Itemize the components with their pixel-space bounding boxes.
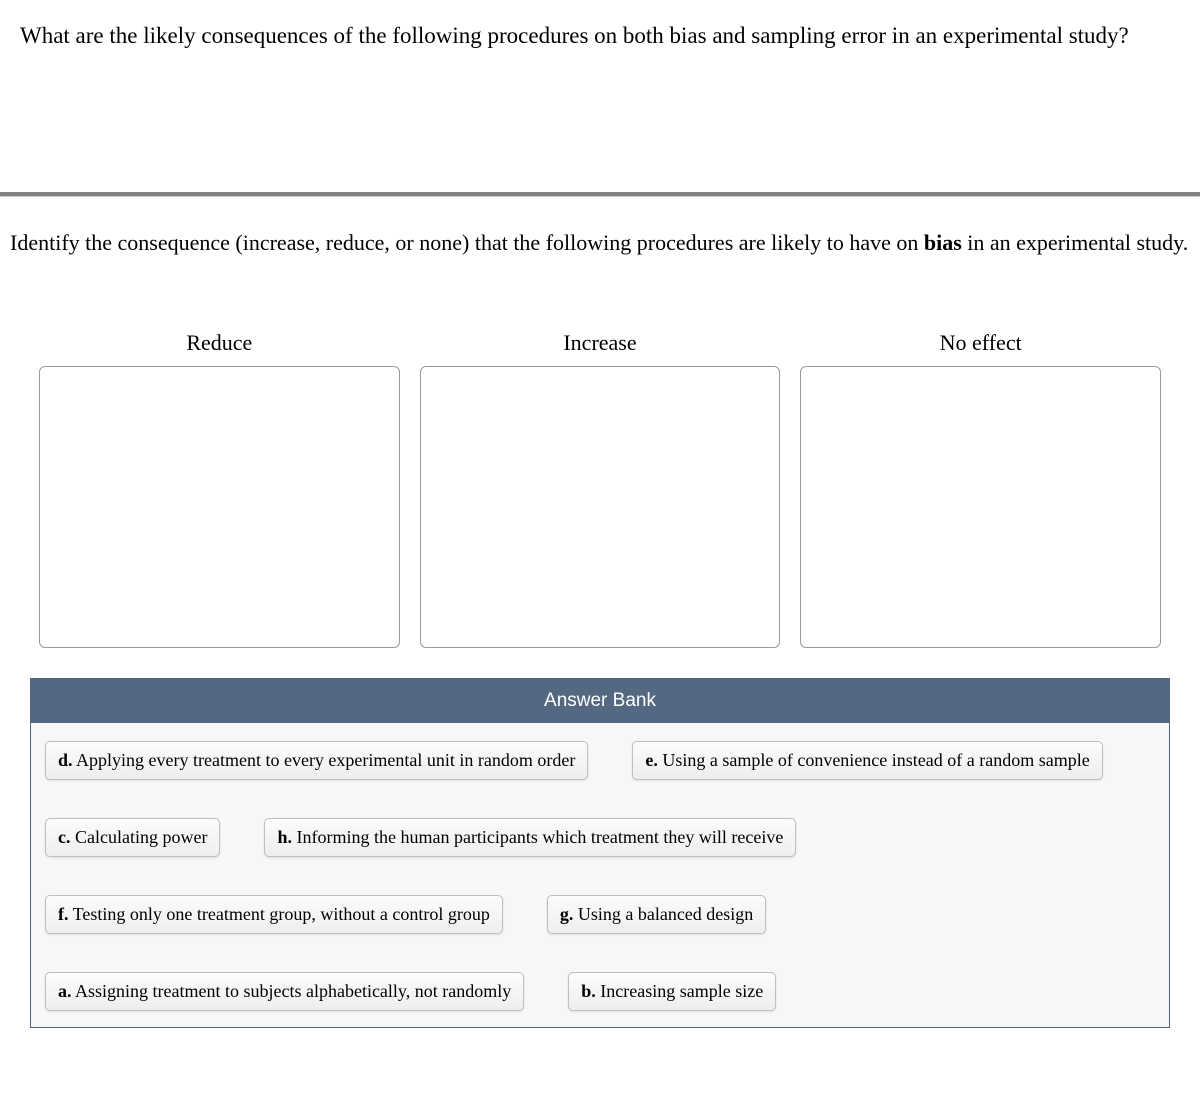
sub-question-post: in an experimental study. bbox=[962, 230, 1188, 255]
drop-box-noeffect[interactable] bbox=[800, 366, 1161, 648]
chip-text: Testing only one treatment group, withou… bbox=[69, 904, 490, 924]
chip-letter: f. bbox=[58, 904, 69, 924]
drop-box-increase[interactable] bbox=[420, 366, 781, 648]
drop-column-increase: Increase bbox=[421, 330, 780, 648]
top-question-text: What are the likely consequences of the … bbox=[0, 0, 1200, 52]
chip-letter: h. bbox=[277, 827, 292, 847]
drop-zone-area: Reduce Increase No effect bbox=[0, 260, 1200, 648]
chip-letter: c. bbox=[58, 827, 71, 847]
answer-bank-row: d. Applying every treatment to every exp… bbox=[45, 741, 1155, 780]
chip-text: Calculating power bbox=[71, 827, 208, 847]
answer-bank: Answer Bank d. Applying every treatment … bbox=[30, 678, 1170, 1028]
drop-label-increase: Increase bbox=[563, 330, 636, 356]
chip-letter: a. bbox=[58, 981, 72, 1001]
drop-label-noeffect: No effect bbox=[940, 330, 1022, 356]
answer-bank-header: Answer Bank bbox=[31, 679, 1169, 723]
answer-chip-d[interactable]: d. Applying every treatment to every exp… bbox=[45, 741, 588, 780]
answer-chip-f[interactable]: f. Testing only one treatment group, wit… bbox=[45, 895, 503, 934]
sub-question-bold: bias bbox=[924, 230, 962, 255]
answer-bank-body: d. Applying every treatment to every exp… bbox=[31, 723, 1169, 1027]
chip-text: Assigning treatment to subjects alphabet… bbox=[72, 981, 512, 1001]
answer-bank-row: c. Calculating power h. Informing the hu… bbox=[45, 818, 1155, 857]
chip-text: Applying every treatment to every experi… bbox=[73, 750, 576, 770]
chip-letter: g. bbox=[560, 904, 574, 924]
sub-question-text: Identify the consequence (increase, redu… bbox=[0, 197, 1200, 260]
chip-text: Using a sample of convenience instead of… bbox=[658, 750, 1090, 770]
chip-text: Using a balanced design bbox=[573, 904, 753, 924]
answer-bank-row: f. Testing only one treatment group, wit… bbox=[45, 895, 1155, 934]
answer-chip-e[interactable]: e. Using a sample of convenience instead… bbox=[632, 741, 1102, 780]
chip-text: Informing the human participants which t… bbox=[292, 827, 783, 847]
sub-question-pre: Identify the consequence (increase, redu… bbox=[10, 230, 924, 255]
answer-chip-c[interactable]: c. Calculating power bbox=[45, 818, 220, 857]
drop-column-reduce: Reduce bbox=[40, 330, 399, 648]
chip-text: Increasing sample size bbox=[596, 981, 763, 1001]
answer-chip-a[interactable]: a. Assigning treatment to subjects alpha… bbox=[45, 972, 524, 1011]
drop-column-noeffect: No effect bbox=[801, 330, 1160, 648]
chip-letter: d. bbox=[58, 750, 73, 770]
drop-label-reduce: Reduce bbox=[186, 330, 252, 356]
answer-chip-b[interactable]: b. Increasing sample size bbox=[568, 972, 776, 1011]
answer-chip-g[interactable]: g. Using a balanced design bbox=[547, 895, 766, 934]
answer-bank-row: a. Assigning treatment to subjects alpha… bbox=[45, 972, 1155, 1011]
answer-chip-h[interactable]: h. Informing the human participants whic… bbox=[264, 818, 796, 857]
chip-letter: b. bbox=[581, 981, 596, 1001]
drop-box-reduce[interactable] bbox=[39, 366, 400, 648]
chip-letter: e. bbox=[645, 750, 658, 770]
